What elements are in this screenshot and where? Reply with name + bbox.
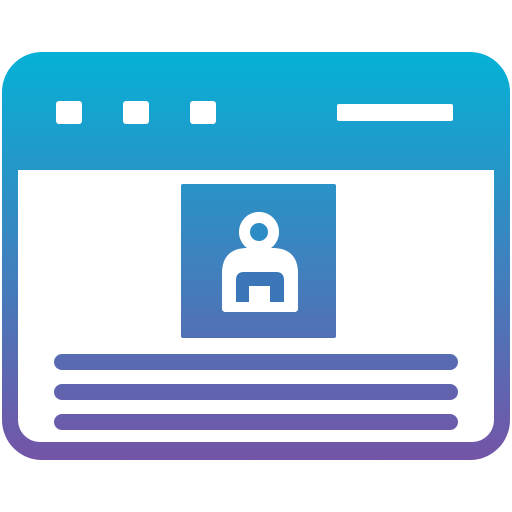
text-line-2 <box>54 384 458 400</box>
user-profile-card <box>181 184 336 338</box>
user-head-inner <box>250 223 268 241</box>
text-line-1 <box>54 354 458 370</box>
text-line-3 <box>54 414 458 430</box>
browser-window-icon <box>0 0 512 512</box>
content-text-lines <box>54 354 458 430</box>
browser-window-profile-icon <box>0 0 512 512</box>
